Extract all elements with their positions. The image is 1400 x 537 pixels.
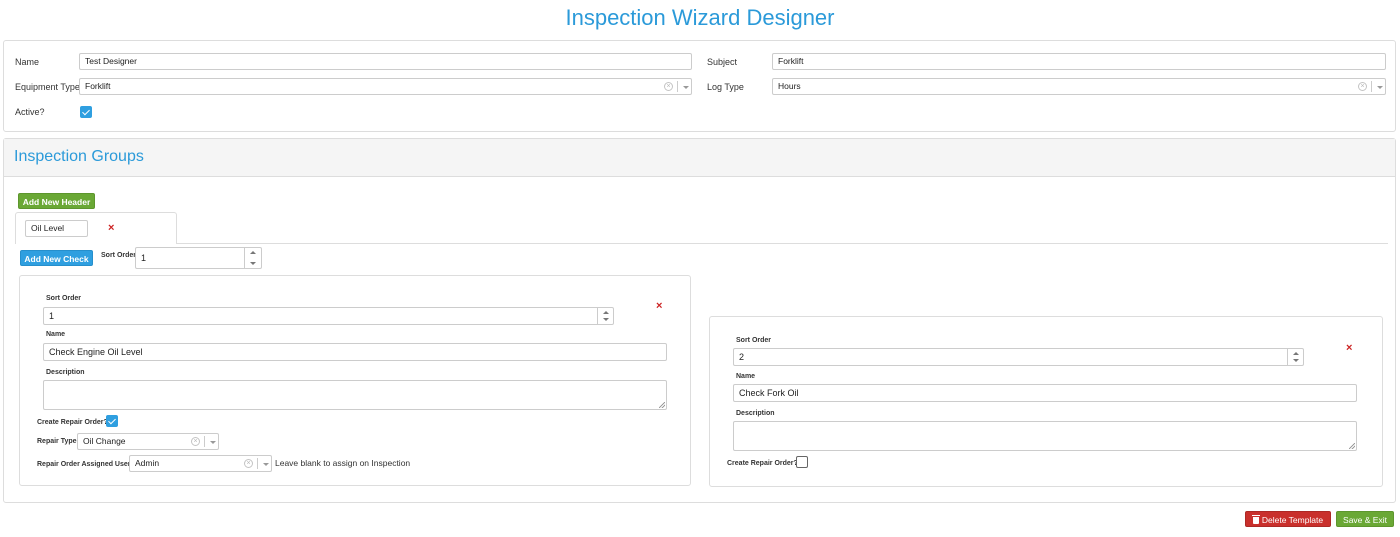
assigned-user-label: Repair Order Assigned User xyxy=(37,461,131,468)
remove-check-icon[interactable]: × xyxy=(1346,343,1352,354)
check-name-field[interactable]: Check Engine Oil Level xyxy=(43,343,667,361)
log-type-label: Log Type xyxy=(707,82,744,92)
chevron-down-icon[interactable] xyxy=(250,262,256,265)
active-checkbox[interactable] xyxy=(80,106,92,118)
clear-icon[interactable]: × xyxy=(244,459,253,468)
clear-icon[interactable]: × xyxy=(1358,82,1367,91)
save-and-exit-button[interactable]: Save & Exit xyxy=(1336,511,1394,527)
group-sort-order-label: Sort Order xyxy=(101,252,137,259)
template-form-panel: Name Test Designer Subject Forklift Equi… xyxy=(3,40,1396,132)
equipment-type-select[interactable]: Forklift × xyxy=(79,78,692,95)
groups-header-bar: Inspection Groups xyxy=(4,139,1395,177)
equipment-type-label: Equipment Type xyxy=(15,82,80,92)
repair-type-select[interactable]: Oil Change × xyxy=(77,433,219,450)
select-divider xyxy=(1371,81,1372,92)
create-repair-order-label: Create Repair Order? xyxy=(727,460,798,467)
chevron-up-icon[interactable] xyxy=(250,251,256,254)
chevron-down-icon[interactable] xyxy=(1377,86,1383,89)
inspection-groups-panel: Inspection Groups Add New Header Oil Lev… xyxy=(3,138,1396,503)
group-sort-order-value: 1 xyxy=(141,253,147,263)
assigned-user-hint: Leave blank to assign on Inspection xyxy=(275,458,411,468)
remove-tab-icon[interactable]: × xyxy=(108,223,114,234)
clear-icon[interactable]: × xyxy=(191,437,200,446)
add-new-header-button[interactable]: Add New Header xyxy=(18,193,95,209)
resize-grip-icon[interactable] xyxy=(659,402,665,408)
delete-template-label: Delete Template xyxy=(1261,515,1324,525)
check-description-field[interactable] xyxy=(43,380,667,410)
add-new-check-button[interactable]: Add New Check xyxy=(20,250,93,266)
check-name-label: Name xyxy=(736,373,756,380)
subject-label: Subject xyxy=(707,57,738,67)
repair-type-label: Repair Type xyxy=(37,438,77,445)
select-divider xyxy=(257,458,258,469)
tab-name-field[interactable]: Oil Level xyxy=(25,220,88,237)
chevron-down-icon[interactable] xyxy=(263,463,269,466)
remove-check-icon[interactable]: × xyxy=(656,301,662,312)
select-divider xyxy=(204,436,205,447)
select-divider xyxy=(677,81,678,92)
check-card: Sort Order 2 × Name Check Fork Oil Descr… xyxy=(709,316,1383,487)
stepper-arrows[interactable] xyxy=(1287,349,1303,365)
clear-icon[interactable]: × xyxy=(664,82,673,91)
assigned-user-select[interactable]: Admin × xyxy=(129,455,272,472)
chevron-down-icon[interactable] xyxy=(603,318,609,321)
log-type-value: Hours xyxy=(778,81,801,91)
create-repair-order-checkbox[interactable] xyxy=(796,456,808,468)
check-description-label: Description xyxy=(736,410,775,417)
chevron-up-icon[interactable] xyxy=(603,311,609,314)
group-sort-order-stepper[interactable]: 1 xyxy=(135,247,262,269)
chevron-up-icon[interactable] xyxy=(1293,352,1299,355)
chevron-down-icon[interactable] xyxy=(683,86,689,89)
subject-field[interactable]: Forklift xyxy=(772,53,1386,70)
create-repair-order-label: Create Repair Order? xyxy=(37,419,108,426)
check-name-field[interactable]: Check Fork Oil xyxy=(733,384,1357,402)
name-field[interactable]: Test Designer xyxy=(79,53,692,70)
check-description-field[interactable] xyxy=(733,421,1357,451)
assigned-user-value: Admin xyxy=(135,458,160,468)
check-sort-order-value: 2 xyxy=(739,352,745,362)
page-title: Inspection Wizard Designer xyxy=(565,5,835,30)
groups-heading: Inspection Groups xyxy=(14,148,144,165)
equipment-type-value: Forklift xyxy=(85,81,111,91)
check-name-label: Name xyxy=(46,331,66,338)
stepper-arrows[interactable] xyxy=(597,308,613,324)
check-sort-order-stepper[interactable]: 1 xyxy=(43,307,614,325)
check-description-label: Description xyxy=(46,369,85,376)
check-sort-order-label: Sort Order xyxy=(46,295,82,302)
delete-template-button[interactable]: Delete Template xyxy=(1245,511,1331,527)
chevron-down-icon[interactable] xyxy=(1293,359,1299,362)
log-type-select[interactable]: Hours × xyxy=(772,78,1386,95)
create-repair-order-checkbox[interactable] xyxy=(106,415,118,427)
chevron-down-icon[interactable] xyxy=(210,441,216,444)
check-sort-order-value: 1 xyxy=(49,311,55,321)
trash-icon xyxy=(1251,515,1260,524)
check-sort-order-stepper[interactable]: 2 xyxy=(733,348,1304,366)
repair-type-value: Oil Change xyxy=(83,436,126,446)
tab-oil-level[interactable]: Oil Level × xyxy=(15,212,177,244)
tab-bar-line xyxy=(176,243,1388,244)
active-label: Active? xyxy=(15,107,45,117)
resize-grip-icon[interactable] xyxy=(1349,443,1355,449)
check-card: Sort Order 1 × Name Check Engine Oil Lev… xyxy=(19,275,691,486)
check-sort-order-label: Sort Order xyxy=(736,337,772,344)
stepper-arrows[interactable] xyxy=(244,248,261,268)
name-label: Name xyxy=(15,57,40,67)
